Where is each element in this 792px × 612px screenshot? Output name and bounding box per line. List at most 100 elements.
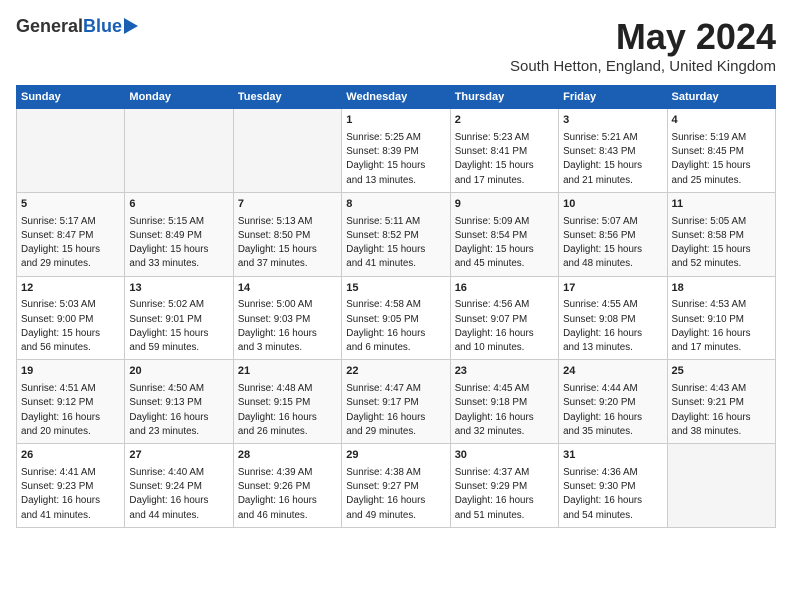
day-detail: Sunrise: 4:48 AMSunset: 9:15 PMDaylight:… <box>238 382 337 439</box>
calendar-cell: 23 Sunrise: 4:45 AMSunset: 9:18 PMDayligh… <box>450 360 558 444</box>
header-monday: Monday <box>125 86 233 109</box>
calendar-cell <box>667 444 775 528</box>
calendar-cell: 6 Sunrise: 5:15 AMSunset: 8:49 PMDaylight… <box>125 192 233 276</box>
calendar-cell: 17Sunrise: 4:55 AMSunset: 9:08 PMDayligh… <box>559 276 667 360</box>
day-number: 14 <box>238 281 337 297</box>
calendar-cell: 11Sunrise: 5:05 AMSunset: 8:58 PMDayligh… <box>667 192 775 276</box>
calendar-cell: 1 Sunrise: 5:25 AMSunset: 8:39 PMDaylight… <box>342 109 450 193</box>
day-number: 29 <box>346 448 445 464</box>
day-number: 7 <box>238 197 337 213</box>
calendar-cell: 10 Sunrise: 5:07 AMSunset: 8:56 PMDayligh… <box>559 192 667 276</box>
day-number: 31 <box>563 448 662 464</box>
day-detail: Sunrise: 5:07 AMSunset: 8:56 PMDaylight:… <box>563 215 662 272</box>
logo-blue: Blue <box>83 16 122 37</box>
calendar-cell: 16Sunrise: 4:56 AMSunset: 9:07 PMDayligh… <box>450 276 558 360</box>
calendar-cell: 28 Sunrise: 4:39 AMSunset: 9:26 PMDayligh… <box>233 444 341 528</box>
calendar-cell: 12Sunrise: 5:03 AMSunset: 9:00 PMDayligh… <box>17 276 125 360</box>
calendar-cell: 2Sunrise: 5:23 AMSunset: 8:41 PMDaylight… <box>450 109 558 193</box>
day-number: 24 <box>563 364 662 380</box>
day-detail: Sunrise: 4:45 AMSunset: 9:18 PMDaylight:… <box>455 382 554 439</box>
header-thursday: Thursday <box>450 86 558 109</box>
day-detail: Sunrise: 5:19 AMSunset: 8:45 PMDaylight:… <box>672 131 771 188</box>
calendar-cell: 8 Sunrise: 5:11 AMSunset: 8:52 PMDaylight… <box>342 192 450 276</box>
day-number: 1 <box>346 113 445 129</box>
calendar-cell: 7Sunrise: 5:13 AMSunset: 8:50 PMDaylight… <box>233 192 341 276</box>
calendar-cell: 26 Sunrise: 4:41 AMSunset: 9:23 PMDayligh… <box>17 444 125 528</box>
header-wednesday: Wednesday <box>342 86 450 109</box>
title-block: May 2024 South Hetton, England, United K… <box>510 16 776 75</box>
day-number: 22 <box>346 364 445 380</box>
day-detail: Sunrise: 4:50 AMSunset: 9:13 PMDaylight:… <box>129 382 228 439</box>
day-detail: Sunrise: 4:55 AMSunset: 9:08 PMDaylight:… <box>563 298 662 355</box>
day-detail: Sunrise: 4:51 AMSunset: 9:12 PMDaylight:… <box>21 382 120 439</box>
calendar-cell: 15Sunrise: 4:58 AMSunset: 9:05 PMDayligh… <box>342 276 450 360</box>
day-detail: Sunrise: 5:25 AMSunset: 8:39 PMDaylight:… <box>346 131 445 188</box>
day-number: 12 <box>21 281 120 297</box>
day-detail: Sunrise: 4:43 AMSunset: 9:21 PMDaylight:… <box>672 382 771 439</box>
calendar-cell: 27Sunrise: 4:40 AMSunset: 9:24 PMDayligh… <box>125 444 233 528</box>
day-detail: Sunrise: 5:23 AMSunset: 8:41 PMDaylight:… <box>455 131 554 188</box>
day-detail: Sunrise: 4:36 AMSunset: 9:30 PMDaylight:… <box>563 466 662 523</box>
calendar-cell: 25 Sunrise: 4:43 AMSunset: 9:21 PMDayligh… <box>667 360 775 444</box>
logo-general: General <box>16 16 83 37</box>
day-detail: Sunrise: 5:15 AMSunset: 8:49 PMDaylight:… <box>129 215 228 272</box>
day-detail: Sunrise: 5:00 AMSunset: 9:03 PMDaylight:… <box>238 298 337 355</box>
calendar-cell: 3 Sunrise: 5:21 AMSunset: 8:43 PMDaylight… <box>559 109 667 193</box>
day-number: 25 <box>672 364 771 380</box>
day-number: 11 <box>672 197 771 213</box>
page-header: General Blue May 2024 South Hetton, Engl… <box>16 16 776 75</box>
calendar-cell: 9Sunrise: 5:09 AMSunset: 8:54 PMDaylight… <box>450 192 558 276</box>
calendar-cell <box>17 109 125 193</box>
header-saturday: Saturday <box>667 86 775 109</box>
day-detail: Sunrise: 4:39 AMSunset: 9:26 PMDaylight:… <box>238 466 337 523</box>
day-number: 10 <box>563 197 662 213</box>
calendar-cell: 4 Sunrise: 5:19 AMSunset: 8:45 PMDaylight… <box>667 109 775 193</box>
day-detail: Sunrise: 4:56 AMSunset: 9:07 PMDaylight:… <box>455 298 554 355</box>
calendar-cell: 21Sunrise: 4:48 AMSunset: 9:15 PMDayligh… <box>233 360 341 444</box>
day-number: 19 <box>21 364 120 380</box>
calendar-week-4: 19 Sunrise: 4:51 AMSunset: 9:12 PMDayligh… <box>17 360 776 444</box>
month-title: May 2024 <box>510 16 776 58</box>
calendar-cell: 31 Sunrise: 4:36 AMSunset: 9:30 PMDayligh… <box>559 444 667 528</box>
calendar-cell: 13Sunrise: 5:02 AMSunset: 9:01 PMDayligh… <box>125 276 233 360</box>
calendar-week-5: 26 Sunrise: 4:41 AMSunset: 9:23 PMDayligh… <box>17 444 776 528</box>
day-number: 23 <box>455 364 554 380</box>
day-number: 30 <box>455 448 554 464</box>
day-number: 13 <box>129 281 228 297</box>
day-detail: Sunrise: 5:02 AMSunset: 9:01 PMDaylight:… <box>129 298 228 355</box>
day-number: 8 <box>346 197 445 213</box>
day-detail: Sunrise: 5:03 AMSunset: 9:00 PMDaylight:… <box>21 298 120 355</box>
day-number: 17 <box>563 281 662 297</box>
calendar-cell: 30Sunrise: 4:37 AMSunset: 9:29 PMDayligh… <box>450 444 558 528</box>
day-number: 28 <box>238 448 337 464</box>
calendar-week-2: 5Sunrise: 5:17 AMSunset: 8:47 PMDaylight… <box>17 192 776 276</box>
header-friday: Friday <box>559 86 667 109</box>
day-detail: Sunrise: 4:53 AMSunset: 9:10 PMDaylight:… <box>672 298 771 355</box>
calendar-table: SundayMondayTuesdayWednesdayThursdayFrid… <box>16 85 776 528</box>
calendar-cell: 24 Sunrise: 4:44 AMSunset: 9:20 PMDayligh… <box>559 360 667 444</box>
calendar-cell: 22 Sunrise: 4:47 AMSunset: 9:17 PMDayligh… <box>342 360 450 444</box>
calendar-cell: 5Sunrise: 5:17 AMSunset: 8:47 PMDaylight… <box>17 192 125 276</box>
day-detail: Sunrise: 5:11 AMSunset: 8:52 PMDaylight:… <box>346 215 445 272</box>
day-detail: Sunrise: 4:47 AMSunset: 9:17 PMDaylight:… <box>346 382 445 439</box>
calendar-cell <box>233 109 341 193</box>
header-sunday: Sunday <box>17 86 125 109</box>
calendar-cell: 14Sunrise: 5:00 AMSunset: 9:03 PMDayligh… <box>233 276 341 360</box>
day-detail: Sunrise: 5:09 AMSunset: 8:54 PMDaylight:… <box>455 215 554 272</box>
day-detail: Sunrise: 4:44 AMSunset: 9:20 PMDaylight:… <box>563 382 662 439</box>
calendar-cell: 18Sunrise: 4:53 AMSunset: 9:10 PMDayligh… <box>667 276 775 360</box>
logo-arrow-icon <box>124 18 138 34</box>
day-number: 3 <box>563 113 662 129</box>
calendar-header-row: SundayMondayTuesdayWednesdayThursdayFrid… <box>17 86 776 109</box>
day-detail: Sunrise: 4:41 AMSunset: 9:23 PMDaylight:… <box>21 466 120 523</box>
calendar-week-1: 1 Sunrise: 5:25 AMSunset: 8:39 PMDaylight… <box>17 109 776 193</box>
day-detail: Sunrise: 5:17 AMSunset: 8:47 PMDaylight:… <box>21 215 120 272</box>
day-number: 26 <box>21 448 120 464</box>
location: South Hetton, England, United Kingdom <box>510 58 776 75</box>
day-number: 6 <box>129 197 228 213</box>
day-number: 15 <box>346 281 445 297</box>
day-number: 4 <box>672 113 771 129</box>
day-detail: Sunrise: 5:21 AMSunset: 8:43 PMDaylight:… <box>563 131 662 188</box>
day-detail: Sunrise: 4:40 AMSunset: 9:24 PMDaylight:… <box>129 466 228 523</box>
day-number: 18 <box>672 281 771 297</box>
